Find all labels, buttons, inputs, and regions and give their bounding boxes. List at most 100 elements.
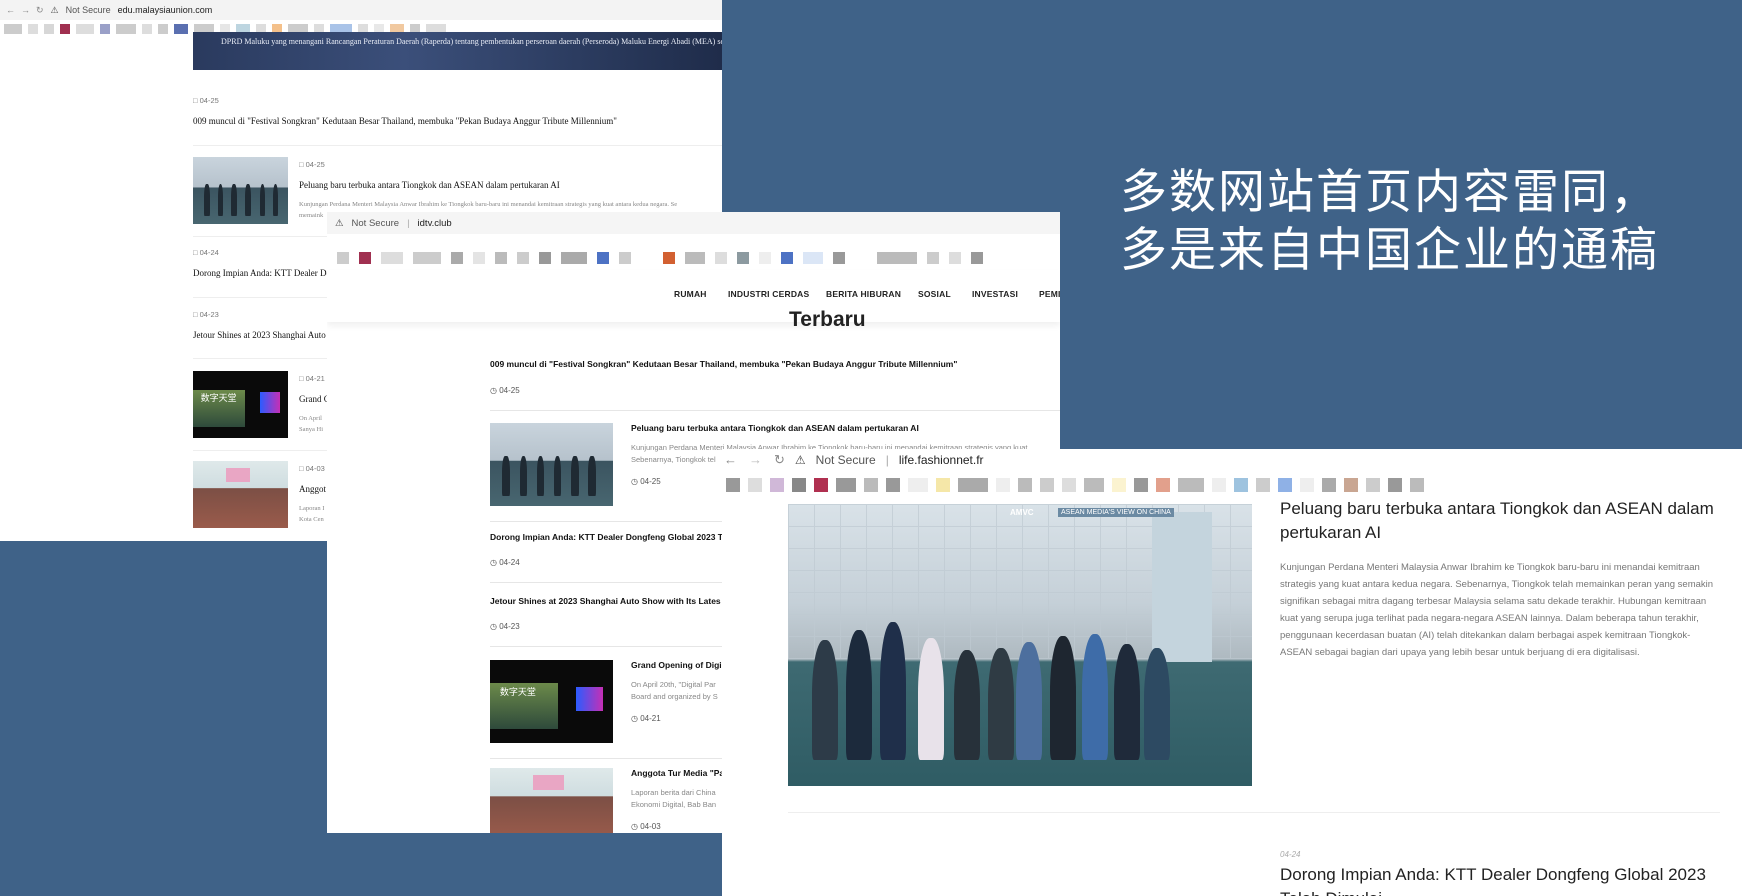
bookmark-item[interactable] [142,24,152,34]
bookmark-item[interactable] [1134,478,1148,492]
url-text[interactable]: idtv.club [418,218,452,229]
article-title[interactable]: Dorong Impian Anda: KTT Dealer Dongfeng … [1280,863,1720,896]
bookmark-item[interactable] [76,24,94,34]
article-title[interactable]: 009 muncul di "Festival Songkran" Keduta… [193,116,617,126]
forward-icon[interactable]: → [21,5,30,16]
back-icon[interactable]: ← [6,5,15,16]
bookmark-item[interactable] [836,478,856,492]
bookmark-item[interactable] [1366,478,1380,492]
bookmark-item[interactable] [814,478,828,492]
bookmark-item[interactable] [1156,478,1170,492]
bookmark-item[interactable] [1322,478,1336,492]
bookmark-item[interactable] [996,478,1010,492]
article-title[interactable]: Dorong Impian Anda: KTT Dealer Do [193,268,331,278]
article-thumbnail[interactable]: 数字天堂 [193,371,288,438]
bookmark-item[interactable] [473,251,485,264]
bookmark-item[interactable] [597,251,609,264]
bookmark-item[interactable] [770,478,784,492]
article-title[interactable]: Grand C [299,394,330,404]
bookmark-item[interactable] [116,24,136,34]
bookmark-item[interactable] [877,251,917,264]
bookmark-item[interactable] [759,251,771,264]
bookmark-item[interactable] [715,251,727,264]
bookmark-item[interactable] [1300,478,1314,492]
bookmark-item[interactable] [1212,478,1226,492]
bookmark-item[interactable] [451,251,463,264]
bookmark-item[interactable] [561,251,587,264]
reload-icon[interactable]: ↻ [36,5,44,16]
bookmark-item[interactable] [781,251,793,264]
article-title[interactable]: Peluang baru terbuka antara Tiongkok dan… [299,180,560,190]
article-thumbnail[interactable] [490,423,613,506]
nav-item-investasi[interactable]: INVESTASI [972,289,1018,299]
bookmark-item[interactable] [4,24,22,34]
article-title[interactable]: Anggota Tur Media "Pa [631,768,724,778]
bookmark-item[interactable] [737,251,749,264]
bookmark-item[interactable] [685,251,705,264]
article-photo[interactable]: AMVC ASEAN MEDIA'S VIEW ON CHINA [788,504,1252,786]
bookmark-item[interactable] [886,478,900,492]
bookmark-item[interactable] [539,251,551,264]
bookmark-item[interactable] [1084,478,1104,492]
bookmark-item[interactable] [748,478,762,492]
bookmark-item[interactable] [1018,478,1032,492]
bookmark-item[interactable] [641,251,653,264]
bookmark-item[interactable] [663,251,675,264]
bookmark-item[interactable] [495,251,507,264]
bookmark-item[interactable] [44,24,54,34]
article-title[interactable]: Grand Opening of Digi [631,660,722,670]
article-title[interactable]: Peluang baru terbuka antara Tiongkok dan… [631,423,919,433]
bookmark-item[interactable] [855,251,867,264]
bookmark-item[interactable] [60,24,70,34]
back-icon[interactable]: ← [724,452,737,468]
bookmark-item[interactable] [100,24,110,34]
article-thumbnail[interactable] [193,157,288,224]
bookmark-item[interactable] [803,251,823,264]
bookmark-item[interactable] [1344,478,1358,492]
bookmark-item[interactable] [927,251,939,264]
bookmark-item[interactable] [1062,478,1076,492]
address-bar[interactable]: ← → ↻ ⚠ Not Secure | life.fashionnet.fr [722,449,1742,471]
bookmark-item[interactable] [1178,478,1204,492]
bookmark-item[interactable] [517,251,529,264]
bookmark-item[interactable] [833,251,845,264]
nav-item-pemi[interactable]: PEMI [1039,289,1060,299]
bookmark-item[interactable] [949,251,961,264]
bookmark-item[interactable] [958,478,988,492]
bookmark-item[interactable] [337,251,349,264]
bookmark-item[interactable] [359,251,371,264]
bookmark-item[interactable] [1112,478,1126,492]
bookmark-item[interactable] [908,478,928,492]
nav-item-berita-hiburan[interactable]: BERITA HIBURAN [826,289,901,299]
bookmark-item[interactable] [28,24,38,34]
url-text[interactable]: life.fashionnet.fr [899,453,984,467]
bookmark-item[interactable] [1278,478,1292,492]
reload-icon[interactable]: ↻ [774,452,785,468]
article-thumbnail[interactable]: 数字天堂 [490,660,613,743]
address-bar[interactable]: ⚠ Not Secure | idtv.club [327,212,1060,234]
bookmark-item[interactable] [1410,478,1424,492]
bookmark-item[interactable] [381,251,403,264]
bookmark-item[interactable] [1256,478,1270,492]
bookmark-item[interactable] [971,251,983,264]
bookmark-item[interactable] [1234,478,1248,492]
article-title[interactable]: Peluang baru terbuka antara Tiongkok dan… [1280,497,1720,545]
article-thumbnail[interactable] [193,461,288,528]
article-title[interactable]: Jetour Shines at 2023 Shanghai Auto [193,330,326,340]
bookmark-item[interactable] [726,478,740,492]
bookmark-item[interactable] [1040,478,1054,492]
nav-item-industri-cerdas[interactable]: INDUSTRI CERDAS [728,289,809,299]
banner-image[interactable]: DPRD Maluku yang menangani Rancangan Per… [193,32,722,70]
bookmark-item[interactable] [864,478,878,492]
article-title[interactable]: Jetour Shines at 2023 Shanghai Auto Show… [490,596,721,606]
bookmark-item[interactable] [174,24,188,34]
article-title[interactable]: 009 muncul di "Festival Songkran" Keduta… [490,359,957,369]
bookmark-item[interactable] [158,24,168,34]
bookmark-item[interactable] [413,251,441,264]
nav-item-rumah[interactable]: RUMAH [674,289,707,299]
article-title[interactable]: Anggot [299,484,326,494]
url-text[interactable]: edu.malaysiaunion.com [118,5,213,15]
bookmark-item[interactable] [619,251,631,264]
forward-icon[interactable]: → [749,452,762,468]
article-title[interactable]: Dorong Impian Anda: KTT Dealer Dongfeng … [490,532,723,542]
